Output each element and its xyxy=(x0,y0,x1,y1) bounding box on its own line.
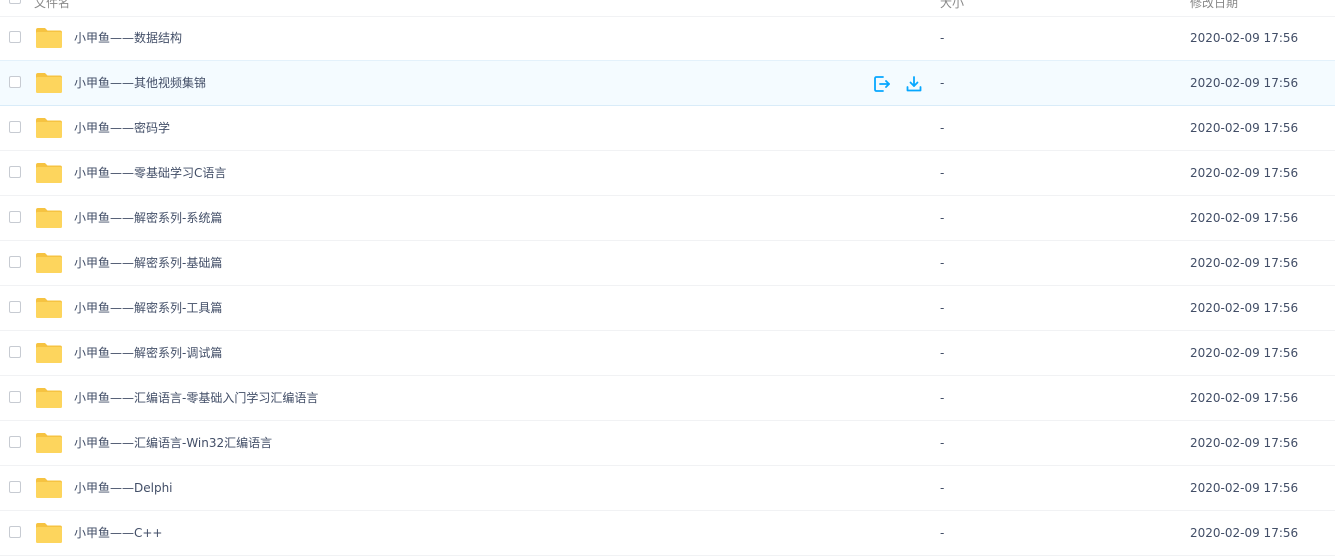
file-name[interactable]: 小甲鱼——其他视频集锦 xyxy=(74,75,206,91)
file-size: - xyxy=(940,391,945,405)
file-name[interactable]: 小甲鱼——数据结构 xyxy=(74,30,182,46)
file-size: - xyxy=(940,526,945,540)
modified-date: 2020-02-09 17:56 xyxy=(1190,121,1299,135)
row-checkbox[interactable] xyxy=(9,76,21,88)
folder-icon xyxy=(35,387,63,409)
row-checkbox[interactable] xyxy=(9,211,21,223)
file-name[interactable]: 小甲鱼——C++ xyxy=(74,525,163,541)
row-checkbox[interactable] xyxy=(9,256,21,268)
modified-date: 2020-02-09 17:56 xyxy=(1190,211,1299,225)
file-name[interactable]: 小甲鱼——解密系列-工具篇 xyxy=(74,300,222,316)
row-checkbox[interactable] xyxy=(9,526,21,538)
folder-icon xyxy=(35,27,63,49)
file-size: - xyxy=(940,121,945,135)
file-name[interactable]: 小甲鱼——解密系列-基础篇 xyxy=(74,255,222,271)
file-list-header: 文件名 大小 修改日期 xyxy=(0,0,1335,17)
file-row[interactable]: 小甲鱼——数据结构 - 2020-02-09 17:56 xyxy=(0,16,1335,61)
file-name[interactable]: 小甲鱼——解密系列-系统篇 xyxy=(74,210,222,226)
row-checkbox[interactable] xyxy=(9,346,21,358)
file-row[interactable]: 小甲鱼——汇编语言-Win32汇编语言 - 2020-02-09 17:56 xyxy=(0,421,1335,466)
modified-date: 2020-02-09 17:56 xyxy=(1190,526,1299,540)
column-header-date[interactable]: 修改日期 xyxy=(1190,0,1238,11)
file-size: - xyxy=(940,211,945,225)
file-row[interactable]: 小甲鱼——C++ - 2020-02-09 17:56 xyxy=(0,511,1335,556)
file-size: - xyxy=(940,31,945,45)
row-checkbox[interactable] xyxy=(9,436,21,448)
file-row[interactable]: 小甲鱼——其他视频集锦 - 2020-02-09 17:56 xyxy=(0,60,1335,106)
row-checkbox[interactable] xyxy=(9,166,21,178)
folder-icon xyxy=(35,72,63,94)
row-checkbox[interactable] xyxy=(9,301,21,313)
folder-icon xyxy=(35,522,63,544)
modified-date: 2020-02-09 17:56 xyxy=(1190,481,1299,495)
file-row[interactable]: 小甲鱼——解密系列-系统篇 - 2020-02-09 17:56 xyxy=(0,196,1335,241)
file-name[interactable]: 小甲鱼——零基础学习C语言 xyxy=(74,165,226,181)
modified-date: 2020-02-09 17:56 xyxy=(1190,436,1299,450)
file-size: - xyxy=(940,76,945,90)
file-row[interactable]: 小甲鱼——零基础学习C语言 - 2020-02-09 17:56 xyxy=(0,151,1335,196)
share-icon[interactable] xyxy=(873,75,891,93)
download-icon[interactable] xyxy=(905,75,923,93)
modified-date: 2020-02-09 17:56 xyxy=(1190,76,1299,90)
folder-icon xyxy=(35,117,63,139)
file-size: - xyxy=(940,436,945,450)
file-size: - xyxy=(940,256,945,270)
modified-date: 2020-02-09 17:56 xyxy=(1190,346,1299,360)
file-size: - xyxy=(940,346,945,360)
file-name[interactable]: 小甲鱼——解密系列-调试篇 xyxy=(74,345,222,361)
file-row[interactable]: 小甲鱼——解密系列-调试篇 - 2020-02-09 17:56 xyxy=(0,331,1335,376)
column-header-size[interactable]: 大小 xyxy=(940,0,964,11)
folder-icon xyxy=(35,207,63,229)
file-row[interactable]: 小甲鱼——解密系列-工具篇 - 2020-02-09 17:56 xyxy=(0,286,1335,331)
row-actions xyxy=(873,75,923,95)
row-checkbox[interactable] xyxy=(9,121,21,133)
file-name[interactable]: 小甲鱼——密码学 xyxy=(74,120,170,136)
file-size: - xyxy=(940,481,945,495)
modified-date: 2020-02-09 17:56 xyxy=(1190,301,1299,315)
folder-icon xyxy=(35,342,63,364)
modified-date: 2020-02-09 17:56 xyxy=(1190,256,1299,270)
modified-date: 2020-02-09 17:56 xyxy=(1190,391,1299,405)
folder-icon xyxy=(35,252,63,274)
folder-icon xyxy=(35,477,63,499)
modified-date: 2020-02-09 17:56 xyxy=(1190,166,1299,180)
folder-icon xyxy=(35,432,63,454)
file-name[interactable]: 小甲鱼——汇编语言-Win32汇编语言 xyxy=(74,435,272,451)
row-checkbox[interactable] xyxy=(9,31,21,43)
folder-icon xyxy=(35,297,63,319)
row-checkbox[interactable] xyxy=(9,391,21,403)
file-name[interactable]: 小甲鱼——Delphi xyxy=(74,480,173,496)
file-row[interactable]: 小甲鱼——Delphi - 2020-02-09 17:56 xyxy=(0,466,1335,511)
file-row[interactable]: 小甲鱼——汇编语言-零基础入门学习汇编语言 - 2020-02-09 17:56 xyxy=(0,376,1335,421)
file-size: - xyxy=(940,166,945,180)
file-size: - xyxy=(940,301,945,315)
file-list: 小甲鱼——数据结构 - 2020-02-09 17:56 小甲鱼——其他视频集锦… xyxy=(0,16,1335,556)
file-row[interactable]: 小甲鱼——解密系列-基础篇 - 2020-02-09 17:56 xyxy=(0,241,1335,286)
file-row[interactable]: 小甲鱼——密码学 - 2020-02-09 17:56 xyxy=(0,106,1335,151)
folder-icon xyxy=(35,162,63,184)
row-checkbox[interactable] xyxy=(9,481,21,493)
select-all-checkbox[interactable] xyxy=(9,0,21,4)
column-header-name[interactable]: 文件名 xyxy=(34,0,70,11)
modified-date: 2020-02-09 17:56 xyxy=(1190,31,1299,45)
file-name[interactable]: 小甲鱼——汇编语言-零基础入门学习汇编语言 xyxy=(74,390,318,406)
